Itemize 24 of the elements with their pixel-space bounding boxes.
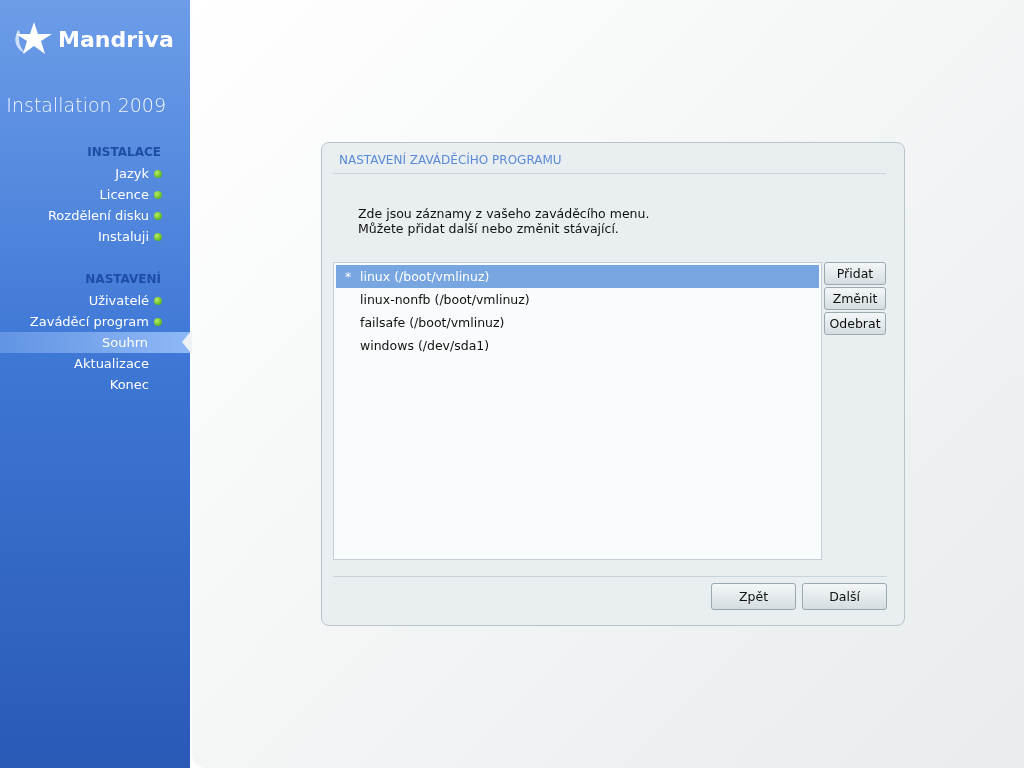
nav-button[interactable]: Zpět [711,583,796,610]
intro-text: Můžete přidat další nebo změnit stávající. [358,221,620,236]
list-entry[interactable]: failsafe (/boot/vmlinuz) [336,311,819,334]
list-action-button[interactable]: Odebrat [824,312,886,335]
nav-button[interactable]: Další [802,583,887,610]
step-item: Aktualizace [73,355,150,373]
pointer-notch-icon [182,330,192,354]
step-item: Licence [0,184,190,205]
step-item: Rozdělení disku [0,205,190,226]
list-entry[interactable]: linux-nonfb (/boot/vmlinuz) [336,288,819,311]
list-entry[interactable]: windows (/dev/sda1) [336,334,819,357]
list-action-button[interactable]: Změnit [824,287,886,310]
step-item: Uživatelé [0,290,190,311]
intro-text: Zde jsou záznamy z vašeho zaváděcího menu. [358,206,651,221]
dialog-title: NASTAVENÍ ZAVÁDĚCÍHO PROGRAMU [333,143,886,174]
logo-text: Mandriva [58,26,174,52]
step-item: Jazyk [0,163,190,184]
step-item: Souhrn [0,332,190,353]
step-item: Zaváděcí program [0,311,190,332]
product-subtitle: Installation 2009 [5,93,167,118]
list-action-button[interactable]: Přidat [824,262,886,285]
section-heading: INSTALACE [86,144,162,161]
step-item: Instaluji [0,226,190,247]
step-item: Konec [108,376,150,394]
